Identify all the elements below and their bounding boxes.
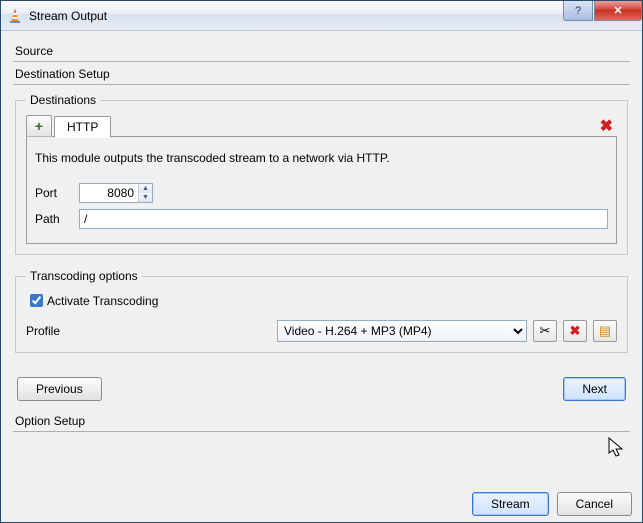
port-spinner[interactable]: ▲ ▼ [79, 183, 153, 203]
previous-button[interactable]: Previous [17, 377, 102, 401]
spacer [102, 377, 564, 401]
profile-row: Profile Video - H.264 + MP3 (MP4) ✂ ✖ ▤ [26, 320, 617, 342]
activate-transcoding-row: Activate Transcoding [26, 291, 617, 310]
dialog-body: Source Destination Setup Destinations + … [1, 31, 642, 486]
port-label: Port [35, 186, 79, 200]
help-button[interactable]: ? [563, 1, 593, 21]
delete-profile-button[interactable]: ✖ [563, 320, 587, 342]
nav-row: Previous Next [17, 377, 626, 401]
tab-body: This module outputs the transcoded strea… [26, 136, 617, 244]
tab-label: HTTP [67, 120, 98, 134]
cancel-button[interactable]: Cancel [557, 492, 632, 516]
module-description: This module outputs the transcoded strea… [35, 151, 608, 165]
activate-transcoding-checkbox[interactable] [30, 294, 43, 307]
next-button[interactable]: Next [563, 377, 626, 401]
plus-icon: + [35, 119, 43, 133]
stream-output-window: Stream Output ? ✕ Source Destination Set… [0, 0, 643, 523]
spinner-down-icon[interactable]: ▼ [139, 193, 152, 202]
tab-http[interactable]: HTTP [54, 116, 111, 138]
wrench-icon: ✂ [540, 323, 551, 339]
path-input[interactable] [79, 209, 608, 229]
spinner-arrows: ▲ ▼ [138, 184, 152, 202]
document-icon: ▤ [599, 323, 611, 339]
section-option-setup[interactable]: Option Setup [13, 411, 630, 432]
window-title: Stream Output [29, 9, 563, 23]
activate-transcoding-label: Activate Transcoding [47, 294, 158, 308]
close-button[interactable]: ✕ [594, 1, 642, 21]
window-buttons: ? ✕ [563, 1, 642, 23]
transcoding-group: Transcoding options Activate Transcoding… [15, 269, 628, 353]
section-source[interactable]: Source [13, 41, 630, 62]
bottom-buttons: Stream Cancel [1, 486, 642, 522]
new-profile-button[interactable]: ▤ [593, 320, 617, 342]
remove-destination-icon[interactable]: ✖ [600, 116, 617, 136]
path-row: Path [35, 209, 608, 229]
spacer2 [13, 434, 630, 478]
destinations-legend: Destinations [26, 93, 100, 107]
path-label: Path [35, 212, 79, 226]
spinner-up-icon[interactable]: ▲ [139, 184, 152, 193]
tabs-row: + HTTP ✖ [26, 115, 617, 137]
section-destination-setup[interactable]: Destination Setup [13, 64, 630, 85]
port-input[interactable] [80, 184, 138, 202]
stream-button[interactable]: Stream [472, 492, 549, 516]
add-destination-tab[interactable]: + [26, 115, 52, 137]
edit-profile-button[interactable]: ✂ [533, 320, 557, 342]
delete-icon: ✖ [570, 323, 581, 339]
destinations-group: Destinations + HTTP ✖ This module output… [15, 93, 628, 255]
profile-select[interactable]: Video - H.264 + MP3 (MP4) [277, 320, 527, 342]
transcoding-legend: Transcoding options [26, 269, 142, 283]
port-row: Port ▲ ▼ [35, 183, 608, 203]
vlc-icon [7, 8, 23, 24]
titlebar: Stream Output ? ✕ [1, 1, 642, 31]
profile-label: Profile [26, 324, 86, 338]
